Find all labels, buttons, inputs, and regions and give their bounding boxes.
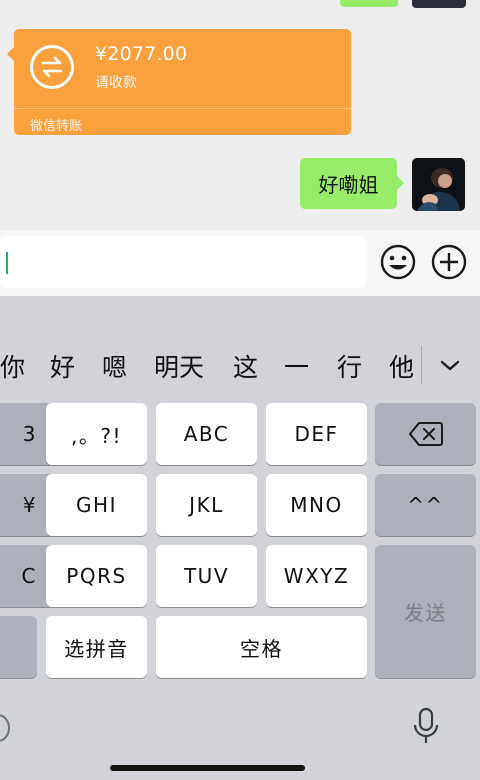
dictation-button[interactable]: [408, 706, 444, 746]
candidate-word[interactable]: 你: [0, 336, 25, 396]
bubble-tail: [7, 47, 14, 61]
key-jkl[interactable]: JKL: [156, 474, 257, 536]
candidate-word[interactable]: 他: [389, 336, 414, 396]
transfer-note: 请收款: [95, 75, 137, 91]
key-select-pinyin[interactable]: 选拼音: [46, 616, 147, 678]
key-backspace[interactable]: [375, 403, 476, 465]
previous-message-bubble[interactable]: [340, 0, 398, 7]
key-emoticon[interactable]: ^^: [375, 474, 476, 536]
key-globe[interactable]: [0, 616, 37, 678]
key-label: GHI: [76, 493, 117, 517]
key-label: MNO: [290, 493, 343, 517]
key-label: 发送: [404, 601, 447, 625]
bubble-tail: [397, 176, 404, 190]
plus-circle-icon: [431, 244, 467, 280]
key-label: ABC: [183, 422, 230, 446]
message-input[interactable]: [0, 236, 366, 288]
message-text: 好嘞姐: [318, 173, 379, 197]
expand-candidates-button[interactable]: [430, 346, 470, 386]
key-pqrs[interactable]: PQRS: [46, 545, 147, 607]
candidate-word[interactable]: 行: [337, 336, 362, 396]
key-space[interactable]: 空格: [156, 616, 367, 678]
candidate-divider: [421, 346, 422, 384]
candidate-word[interactable]: 明天: [154, 336, 204, 396]
key-def[interactable]: DEF: [266, 403, 367, 465]
key-label: 空格: [240, 636, 283, 661]
key-mno[interactable]: MNO: [266, 474, 367, 536]
candidate-word[interactable]: 嗯: [102, 336, 127, 396]
message-bubble[interactable]: 好嘞姐: [300, 158, 404, 209]
key-label: C: [21, 564, 37, 588]
key-label: ^^: [407, 493, 444, 517]
microphone-icon: [413, 707, 439, 743]
transfer-divider: [14, 108, 351, 109]
key-label: 选拼音: [64, 636, 129, 661]
key-tuv[interactable]: TUV: [156, 545, 257, 607]
key-label: DEF: [294, 422, 339, 446]
transfer-amount: ¥2077.00: [95, 43, 188, 65]
input-bar: [0, 230, 480, 296]
home-indicator: [110, 765, 305, 771]
smiley-face-icon: [380, 244, 416, 280]
chevron-down-icon: [440, 360, 460, 371]
candidate-word[interactable]: 这: [233, 336, 258, 396]
key-label: ,。?!: [71, 423, 122, 448]
candidate-word[interactable]: 一: [284, 336, 309, 396]
backspace-icon: [408, 422, 443, 446]
transfer-arrows-icon: [30, 45, 74, 89]
avatar[interactable]: [412, 158, 465, 211]
keyboard: 你 好 嗯 明天 这 一 行 他 3 ¥ C ,。?! ABC DEF GHI …: [0, 296, 480, 780]
globe-icon[interactable]: [0, 714, 10, 742]
chat-area: ¥2077.00 请收款 微信转账 好嘞姐: [0, 0, 480, 230]
key-label: TUV: [183, 564, 230, 588]
add-button[interactable]: [430, 243, 468, 281]
key-label: WXYZ: [283, 564, 350, 588]
key-ghi[interactable]: GHI: [46, 474, 147, 536]
key-label: JKL: [189, 493, 224, 517]
key-punctuation[interactable]: ,。?!: [46, 403, 147, 465]
key-label: PQRS: [66, 564, 127, 588]
previous-avatar[interactable]: [412, 0, 466, 8]
candidate-word[interactable]: 好: [50, 336, 75, 396]
key-send[interactable]: 发送: [375, 545, 476, 678]
key-label: 3: [22, 422, 37, 446]
text-cursor: [6, 252, 8, 274]
emoji-button[interactable]: [379, 243, 417, 281]
key-abc[interactable]: ABC: [156, 403, 257, 465]
candidate-bar: 你 好 嗯 明天 这 一 行 他: [0, 336, 480, 396]
key-label: ¥: [22, 493, 37, 517]
transfer-card[interactable]: ¥2077.00 请收款 微信转账: [7, 29, 351, 135]
transfer-footer: 微信转账: [30, 119, 83, 134]
key-wxyz[interactable]: WXYZ: [266, 545, 367, 607]
